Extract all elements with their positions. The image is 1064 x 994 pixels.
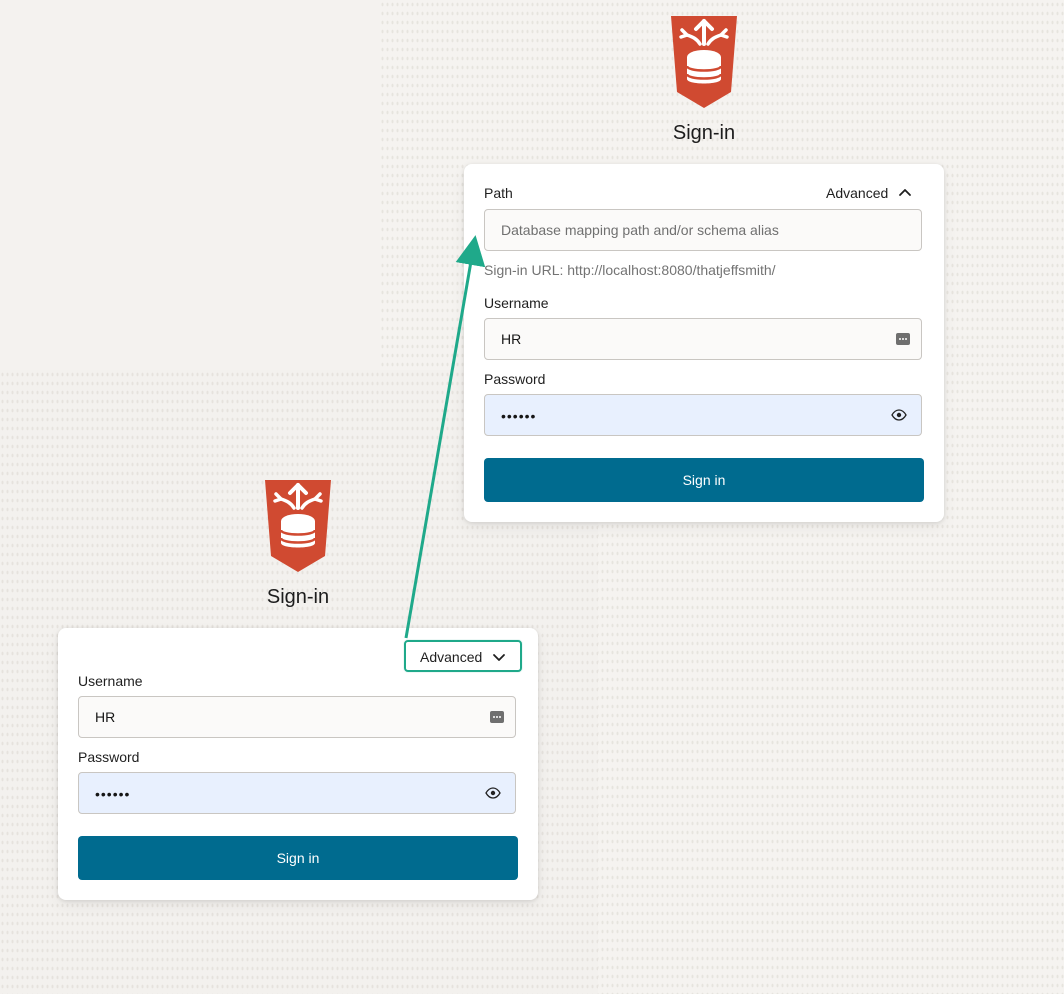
advanced-toggle-expanded[interactable]: Advanced: [826, 184, 912, 202]
username-value: HR: [501, 331, 522, 347]
username-value: HR: [95, 709, 116, 725]
advanced-label: Advanced: [826, 185, 889, 201]
signin-card-expanded: Path Advanced Database mapping path and/…: [464, 164, 944, 522]
signin-button[interactable]: Sign in: [78, 836, 518, 880]
path-label: Path: [484, 185, 513, 201]
page-title: Sign-in: [672, 122, 736, 144]
username-input[interactable]: HR: [484, 318, 922, 360]
path-input[interactable]: Database mapping path and/or schema alia…: [484, 209, 922, 251]
signin-card-collapsed: Advanced Username HR Password •••••• Sig…: [58, 628, 538, 900]
advanced-toggle-collapsed[interactable]: Advanced: [404, 640, 522, 672]
signin-button[interactable]: Sign in: [484, 458, 924, 502]
signin-url-text: Sign-in URL: http://localhost:8080/thatj…: [484, 262, 776, 278]
password-value: ••••••: [501, 408, 537, 424]
eye-icon[interactable]: [485, 785, 501, 801]
password-label: Password: [78, 749, 140, 765]
password-input[interactable]: ••••••: [78, 772, 516, 814]
advanced-toggle-content: Advanced: [420, 648, 506, 666]
page-title: Sign-in: [266, 586, 330, 608]
password-manager-icon: [490, 711, 504, 723]
database-api-shield-icon: [265, 480, 331, 572]
database-api-shield-icon: [671, 16, 737, 108]
eye-icon[interactable]: [891, 407, 907, 423]
chevron-up-icon: [899, 189, 912, 196]
password-value: ••••••: [95, 786, 131, 802]
username-label: Username: [78, 673, 143, 689]
password-input[interactable]: ••••••: [484, 394, 922, 436]
path-placeholder: Database mapping path and/or schema alia…: [501, 222, 779, 238]
chevron-down-icon: [493, 654, 506, 661]
username-label: Username: [484, 295, 549, 311]
password-label: Password: [484, 371, 546, 387]
advanced-label: Advanced: [420, 649, 483, 665]
password-manager-icon: [896, 333, 910, 345]
username-input[interactable]: HR: [78, 696, 516, 738]
